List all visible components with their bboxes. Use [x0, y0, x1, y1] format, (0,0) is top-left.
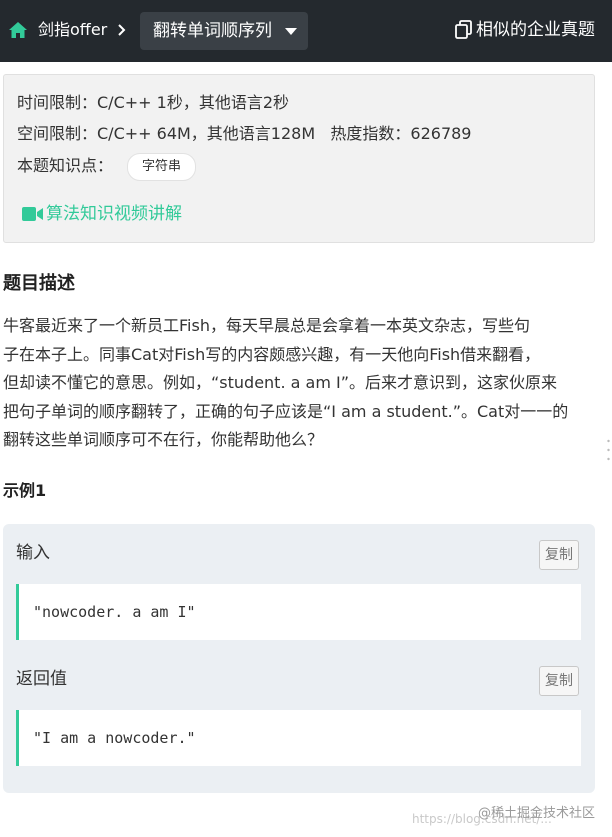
example-box: 输入 复制 "nowcoder. a am I" 返回值 复制 "I am a … [3, 524, 595, 793]
description-text: 牛客最近来了一个新员工Fish，每天早晨总是会拿着一本英文杂志，写些句 子在本子… [3, 312, 593, 455]
description-line: 把句子单词的顺序翻转了，正确的句子应该是“I am a student.”。Ca… [3, 401, 569, 421]
scrollbar-grip[interactable] [607, 438, 610, 462]
video-camera-icon [22, 207, 43, 221]
description-line: 牛客最近来了一个新员工Fish，每天早晨总是会拿着一本英文杂志，写些句 [3, 316, 530, 335]
tag-string[interactable]: 字符串 [127, 153, 197, 181]
output-label: 返回值 [16, 669, 67, 689]
input-code-block[interactable]: "nowcoder. a am I" [16, 584, 581, 640]
home-icon[interactable] [8, 21, 28, 39]
video-link-label: 算法知识视频讲解 [46, 204, 182, 224]
knowledge-label: 本题知识点： [17, 156, 114, 175]
chevron-right-icon [118, 24, 126, 36]
description-line: 子在本子上。同事Cat对Fish写的内容颇感兴趣，有一天他向Fish借来翻看， [3, 344, 541, 364]
input-label: 输入 [16, 543, 50, 563]
output-code-block[interactable]: "I am a nowcoder." [16, 710, 581, 766]
similar-questions-label: 相似的企业真题 [476, 20, 595, 40]
copy-input-button[interactable]: 复制 [539, 540, 579, 570]
description-heading: 题目描述 [3, 273, 75, 294]
problem-title: 翻转单词顺序列 [153, 21, 272, 41]
breadcrumb-offer[interactable]: 剑指offer [38, 19, 107, 41]
space-limit: 空间限制：C/C++ 64M，其他语言128M 热度指数：626789 [17, 124, 472, 143]
caret-down-icon [285, 28, 297, 35]
problem-select-dropdown[interactable]: 翻转单词顺序列 [140, 12, 308, 50]
top-nav-bar: 剑指offer 翻转单词顺序列 相似的企业真题 [0, 0, 612, 62]
problem-info-card: 时间限制：C/C++ 1秒，其他语言2秒 空间限制：C/C++ 64M，其他语言… [3, 74, 595, 243]
example-heading: 示例1 [3, 481, 47, 500]
watermark: @稀土掘金技术社区 [478, 806, 596, 821]
description-line: 翻转这些单词顺序可不在行，你能帮助他么？ [3, 430, 324, 449]
copy-icon [455, 20, 472, 39]
time-limit: 时间限制：C/C++ 1秒，其他语言2秒 [17, 93, 289, 112]
copy-output-button[interactable]: 复制 [539, 666, 579, 696]
description-line: 但却读不懂它的意思。例如，“student. a am I”。后来才意识到，这家… [3, 373, 558, 392]
